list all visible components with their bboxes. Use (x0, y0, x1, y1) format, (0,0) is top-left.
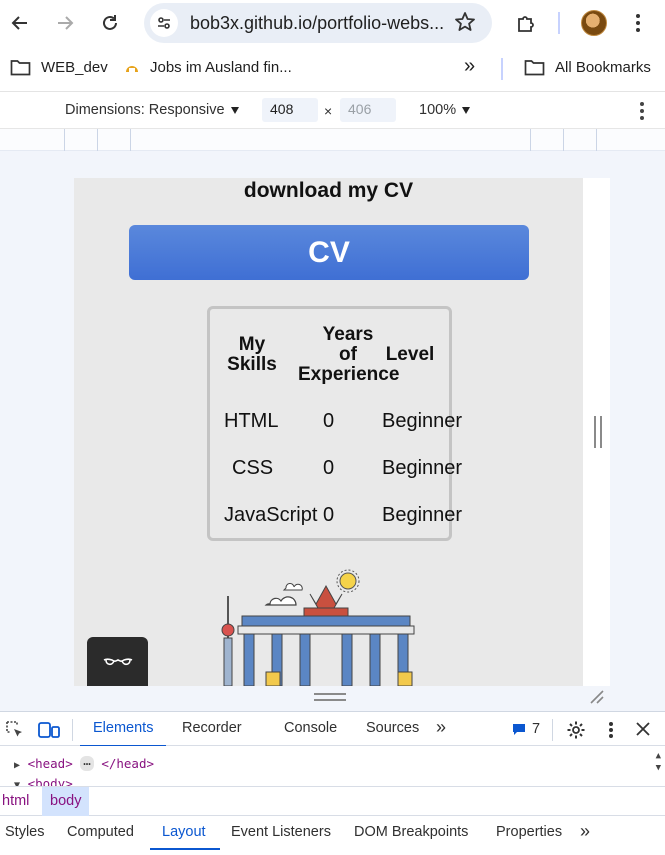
tab-properties[interactable]: Properties (496, 824, 562, 840)
puzzle-icon (518, 16, 534, 32)
issue-message-icon (513, 723, 525, 735)
dom-node-head[interactable]: ▶ <head> ⋯ </head> (14, 756, 154, 771)
reload-button[interactable] (96, 9, 124, 37)
folder-icon (524, 59, 545, 76)
bookmarks-overflow-button[interactable]: » (464, 55, 475, 78)
header-level: Level (385, 344, 435, 365)
cell-level: Beginner (382, 504, 463, 526)
tab-sources[interactable]: Sources (366, 720, 419, 736)
zoom-dropdown[interactable]: 100% (419, 102, 471, 118)
browser-toolbar: bob3x.github.io/portfolio-webs... (0, 0, 665, 46)
issues-count: 7 (532, 721, 541, 737)
tab-event-listeners[interactable]: Event Listeners (231, 824, 331, 840)
devtools-menu-icon[interactable] (608, 721, 614, 739)
glasses-icon (103, 657, 132, 665)
media-query-ruler[interactable] (0, 129, 665, 151)
device-toggle-icon[interactable] (38, 720, 60, 740)
active-subtab-indicator (150, 848, 220, 850)
dom-scroll-arrows[interactable]: ▲ ▼ (656, 750, 661, 774)
back-arrow-icon (11, 16, 27, 30)
tab-divider (72, 719, 73, 741)
height-input[interactable]: 406 (340, 98, 396, 122)
cell-skill: CSS (232, 457, 274, 479)
width-input[interactable]: 408 (262, 98, 318, 122)
tab-dom-breakpoints[interactable]: DOM Breakpoints (354, 824, 468, 840)
device-toolbar: Dimensions: Responsive 408 × 406 100% (0, 93, 665, 129)
elements-dom-tree: ▶ <head> ⋯ </head> ▼ <body> ▲ ▼ (0, 746, 665, 786)
tab-layout[interactable]: Layout (162, 824, 206, 840)
berlin-illustration (221, 569, 415, 686)
site-favicon-icon (124, 60, 140, 76)
dimensions-label: Dimensions: Responsive (65, 102, 225, 118)
settings-gear-icon[interactable] (566, 720, 586, 740)
breadcrumb-body[interactable]: body (42, 787, 90, 816)
issues-badge[interactable]: 7 (512, 721, 540, 737)
skills-table: My Skills Years of Experience Level HTML… (207, 306, 462, 541)
forward-arrow-icon (58, 16, 74, 30)
collapsed-ellipsis[interactable]: ⋯ (80, 756, 94, 771)
reload-icon (103, 15, 117, 30)
cell-level: Beginner (382, 410, 463, 432)
tab-elements[interactable]: Elements (93, 720, 153, 736)
breadcrumb: html body (0, 786, 665, 816)
inspect-element-icon[interactable] (5, 720, 25, 740)
bookmark-star-icon[interactable] (454, 11, 476, 33)
zoom-label: 100% (419, 102, 457, 118)
cell-years: 0 (323, 410, 335, 432)
viewport-resize-handle-bottom[interactable] (314, 693, 346, 701)
sidebar-pane-tabs: Styles Computed Layout Event Listeners D… (0, 816, 665, 851)
dimensions-dropdown[interactable]: Dimensions: Responsive (65, 102, 239, 118)
viewport-resize-corner-icon[interactable] (589, 689, 605, 705)
extensions-button[interactable] (512, 9, 540, 37)
tab-divider (552, 719, 553, 741)
caret-down-icon (230, 106, 239, 114)
bookmark-jobs[interactable]: Jobs im Ausland fin... (124, 59, 292, 76)
close-icon[interactable] (636, 722, 650, 736)
more-tabs-icon[interactable]: » (436, 717, 446, 738)
viewport-resize-handle-right[interactable] (594, 416, 602, 448)
more-subtabs-icon[interactable]: » (580, 821, 590, 842)
dom-node-body[interactable]: ▼ <body> (14, 776, 73, 786)
body-open-tag: <body> (27, 776, 73, 786)
toolbar-divider (558, 12, 560, 34)
device-toolbar-more-icon[interactable] (639, 102, 645, 120)
cell-level: Beginner (382, 457, 463, 479)
cell-years: 0 (323, 504, 335, 526)
tab-computed[interactable]: Computed (67, 824, 134, 840)
bookmark-label: Jobs im Ausland fin... (150, 59, 292, 76)
site-info-icon[interactable] (150, 9, 178, 37)
url-text: bob3x.github.io/portfolio-webs... (190, 13, 445, 33)
theme-toggle-button[interactable] (87, 637, 148, 686)
tab-console[interactable]: Console (284, 720, 337, 736)
bookmarks-divider (501, 58, 503, 80)
folder-icon (10, 59, 31, 76)
profile-avatar[interactable] (581, 10, 607, 36)
tab-styles[interactable]: Styles (5, 824, 45, 840)
address-bar[interactable]: bob3x.github.io/portfolio-webs... (144, 3, 492, 43)
browser-menu-button[interactable] (624, 9, 652, 37)
bookmark-label: WEB_dev (41, 59, 108, 76)
head-open-tag: <head> (27, 756, 73, 771)
head-close-tag: </head> (101, 756, 154, 771)
bookmark-folder-web-dev[interactable]: WEB_dev (10, 59, 108, 76)
all-bookmarks-label: All Bookmarks (555, 59, 651, 76)
back-button[interactable] (6, 9, 34, 37)
cv-download-button[interactable]: CV (129, 225, 529, 280)
forward-button[interactable] (51, 9, 79, 37)
cell-skill: JavaScript (224, 504, 318, 526)
all-bookmarks-button[interactable]: All Bookmarks (524, 59, 651, 76)
kebab-menu-icon (636, 14, 640, 32)
devtools-tabbar: Elements Recorder Console Sources » 7 (0, 711, 665, 747)
cv-heading: download my CV (243, 179, 414, 202)
breadcrumb-html[interactable]: html (0, 787, 31, 816)
tab-recorder[interactable]: Recorder (182, 720, 242, 736)
header-my-skills: My Skills (227, 334, 277, 375)
cell-years: 0 (323, 457, 335, 479)
dimension-separator: × (324, 103, 333, 119)
emulated-page: download my CV CV My Skills Years of Exp… (74, 178, 583, 686)
cell-skill: HTML (224, 410, 279, 432)
bookmarks-bar: WEB_dev Jobs im Ausland fin... » All Boo… (0, 46, 665, 92)
caret-down-icon (462, 106, 471, 114)
